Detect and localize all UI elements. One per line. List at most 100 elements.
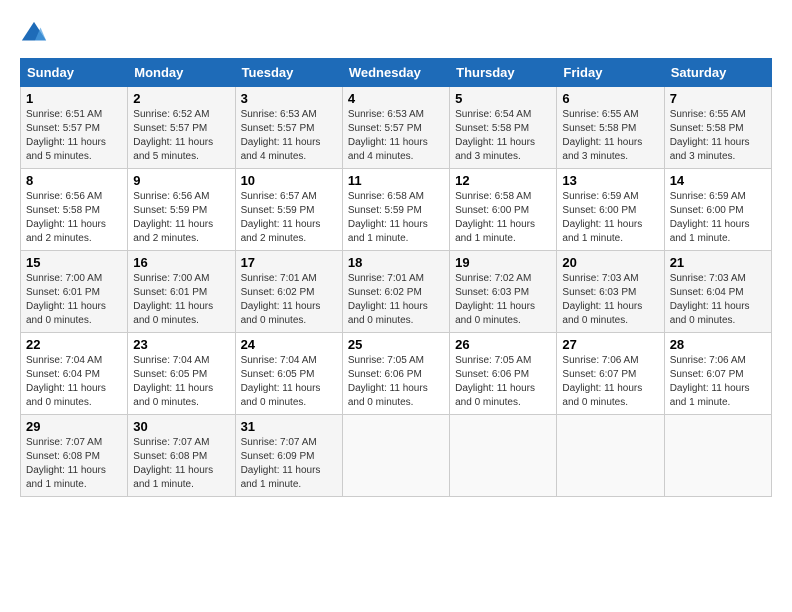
day-cell-17: 17 Sunrise: 7:01 AM Sunset: 6:02 PM Dayl… xyxy=(235,251,342,333)
day-number: 29 xyxy=(26,419,122,434)
day-number: 8 xyxy=(26,173,122,188)
day-number: 4 xyxy=(348,91,444,106)
logo-icon xyxy=(20,20,48,48)
day-info: Sunrise: 6:54 AM Sunset: 5:58 PM Dayligh… xyxy=(455,108,551,164)
day-info: Sunrise: 7:07 AM Sunset: 6:09 PM Dayligh… xyxy=(241,436,337,492)
day-info: Sunrise: 7:07 AM Sunset: 6:08 PM Dayligh… xyxy=(133,436,229,492)
day-number: 14 xyxy=(670,173,766,188)
day-info: Sunrise: 6:51 AM Sunset: 5:57 PM Dayligh… xyxy=(26,108,122,164)
day-cell-16: 16 Sunrise: 7:00 AM Sunset: 6:01 PM Dayl… xyxy=(128,251,235,333)
day-info: Sunrise: 6:57 AM Sunset: 5:59 PM Dayligh… xyxy=(241,190,337,246)
day-number: 19 xyxy=(455,255,551,270)
day-number: 22 xyxy=(26,337,122,352)
day-cell-8: 8 Sunrise: 6:56 AM Sunset: 5:58 PM Dayli… xyxy=(21,169,128,251)
empty-cell xyxy=(557,415,664,497)
day-cell-21: 21 Sunrise: 7:03 AM Sunset: 6:04 PM Dayl… xyxy=(664,251,771,333)
day-info: Sunrise: 7:02 AM Sunset: 6:03 PM Dayligh… xyxy=(455,272,551,328)
day-info: Sunrise: 6:52 AM Sunset: 5:57 PM Dayligh… xyxy=(133,108,229,164)
day-number: 11 xyxy=(348,173,444,188)
calendar-week-1: 1 Sunrise: 6:51 AM Sunset: 5:57 PM Dayli… xyxy=(21,87,772,169)
weekday-header-thursday: Thursday xyxy=(450,59,557,87)
day-info: Sunrise: 7:00 AM Sunset: 6:01 PM Dayligh… xyxy=(133,272,229,328)
day-number: 26 xyxy=(455,337,551,352)
day-info: Sunrise: 7:04 AM Sunset: 6:04 PM Dayligh… xyxy=(26,354,122,410)
calendar-week-5: 29 Sunrise: 7:07 AM Sunset: 6:08 PM Dayl… xyxy=(21,415,772,497)
day-number: 25 xyxy=(348,337,444,352)
day-cell-28: 28 Sunrise: 7:06 AM Sunset: 6:07 PM Dayl… xyxy=(664,333,771,415)
weekday-header-wednesday: Wednesday xyxy=(342,59,449,87)
day-cell-14: 14 Sunrise: 6:59 AM Sunset: 6:00 PM Dayl… xyxy=(664,169,771,251)
day-number: 23 xyxy=(133,337,229,352)
day-info: Sunrise: 7:06 AM Sunset: 6:07 PM Dayligh… xyxy=(670,354,766,410)
day-info: Sunrise: 7:01 AM Sunset: 6:02 PM Dayligh… xyxy=(241,272,337,328)
day-number: 7 xyxy=(670,91,766,106)
day-cell-1: 1 Sunrise: 6:51 AM Sunset: 5:57 PM Dayli… xyxy=(21,87,128,169)
day-info: Sunrise: 7:03 AM Sunset: 6:03 PM Dayligh… xyxy=(562,272,658,328)
day-info: Sunrise: 7:04 AM Sunset: 6:05 PM Dayligh… xyxy=(241,354,337,410)
day-number: 21 xyxy=(670,255,766,270)
day-info: Sunrise: 7:01 AM Sunset: 6:02 PM Dayligh… xyxy=(348,272,444,328)
day-cell-13: 13 Sunrise: 6:59 AM Sunset: 6:00 PM Dayl… xyxy=(557,169,664,251)
day-number: 12 xyxy=(455,173,551,188)
day-info: Sunrise: 7:06 AM Sunset: 6:07 PM Dayligh… xyxy=(562,354,658,410)
day-info: Sunrise: 6:58 AM Sunset: 5:59 PM Dayligh… xyxy=(348,190,444,246)
weekday-header-monday: Monday xyxy=(128,59,235,87)
day-cell-4: 4 Sunrise: 6:53 AM Sunset: 5:57 PM Dayli… xyxy=(342,87,449,169)
day-number: 1 xyxy=(26,91,122,106)
day-number: 17 xyxy=(241,255,337,270)
day-number: 27 xyxy=(562,337,658,352)
day-cell-18: 18 Sunrise: 7:01 AM Sunset: 6:02 PM Dayl… xyxy=(342,251,449,333)
day-cell-29: 29 Sunrise: 7:07 AM Sunset: 6:08 PM Dayl… xyxy=(21,415,128,497)
weekday-header-tuesday: Tuesday xyxy=(235,59,342,87)
day-cell-25: 25 Sunrise: 7:05 AM Sunset: 6:06 PM Dayl… xyxy=(342,333,449,415)
weekday-header-friday: Friday xyxy=(557,59,664,87)
day-cell-27: 27 Sunrise: 7:06 AM Sunset: 6:07 PM Dayl… xyxy=(557,333,664,415)
day-info: Sunrise: 6:59 AM Sunset: 6:00 PM Dayligh… xyxy=(670,190,766,246)
day-number: 6 xyxy=(562,91,658,106)
day-cell-3: 3 Sunrise: 6:53 AM Sunset: 5:57 PM Dayli… xyxy=(235,87,342,169)
calendar-week-4: 22 Sunrise: 7:04 AM Sunset: 6:04 PM Dayl… xyxy=(21,333,772,415)
day-cell-6: 6 Sunrise: 6:55 AM Sunset: 5:58 PM Dayli… xyxy=(557,87,664,169)
day-info: Sunrise: 6:55 AM Sunset: 5:58 PM Dayligh… xyxy=(562,108,658,164)
day-info: Sunrise: 6:58 AM Sunset: 6:00 PM Dayligh… xyxy=(455,190,551,246)
day-cell-20: 20 Sunrise: 7:03 AM Sunset: 6:03 PM Dayl… xyxy=(557,251,664,333)
day-number: 24 xyxy=(241,337,337,352)
day-cell-9: 9 Sunrise: 6:56 AM Sunset: 5:59 PM Dayli… xyxy=(128,169,235,251)
day-cell-7: 7 Sunrise: 6:55 AM Sunset: 5:58 PM Dayli… xyxy=(664,87,771,169)
day-number: 10 xyxy=(241,173,337,188)
day-number: 9 xyxy=(133,173,229,188)
day-cell-15: 15 Sunrise: 7:00 AM Sunset: 6:01 PM Dayl… xyxy=(21,251,128,333)
day-number: 18 xyxy=(348,255,444,270)
empty-cell xyxy=(664,415,771,497)
weekday-header-saturday: Saturday xyxy=(664,59,771,87)
day-number: 15 xyxy=(26,255,122,270)
day-cell-23: 23 Sunrise: 7:04 AM Sunset: 6:05 PM Dayl… xyxy=(128,333,235,415)
day-cell-12: 12 Sunrise: 6:58 AM Sunset: 6:00 PM Dayl… xyxy=(450,169,557,251)
day-info: Sunrise: 7:04 AM Sunset: 6:05 PM Dayligh… xyxy=(133,354,229,410)
day-cell-5: 5 Sunrise: 6:54 AM Sunset: 5:58 PM Dayli… xyxy=(450,87,557,169)
day-info: Sunrise: 7:07 AM Sunset: 6:08 PM Dayligh… xyxy=(26,436,122,492)
empty-cell xyxy=(450,415,557,497)
empty-cell xyxy=(342,415,449,497)
day-cell-11: 11 Sunrise: 6:58 AM Sunset: 5:59 PM Dayl… xyxy=(342,169,449,251)
weekday-header-sunday: Sunday xyxy=(21,59,128,87)
day-cell-19: 19 Sunrise: 7:02 AM Sunset: 6:03 PM Dayl… xyxy=(450,251,557,333)
day-info: Sunrise: 7:03 AM Sunset: 6:04 PM Dayligh… xyxy=(670,272,766,328)
calendar-week-3: 15 Sunrise: 7:00 AM Sunset: 6:01 PM Dayl… xyxy=(21,251,772,333)
day-number: 28 xyxy=(670,337,766,352)
calendar-table: SundayMondayTuesdayWednesdayThursdayFrid… xyxy=(20,58,772,497)
day-info: Sunrise: 7:05 AM Sunset: 6:06 PM Dayligh… xyxy=(455,354,551,410)
day-cell-2: 2 Sunrise: 6:52 AM Sunset: 5:57 PM Dayli… xyxy=(128,87,235,169)
day-number: 5 xyxy=(455,91,551,106)
day-number: 2 xyxy=(133,91,229,106)
logo xyxy=(20,20,52,48)
day-cell-31: 31 Sunrise: 7:07 AM Sunset: 6:09 PM Dayl… xyxy=(235,415,342,497)
day-number: 3 xyxy=(241,91,337,106)
day-cell-30: 30 Sunrise: 7:07 AM Sunset: 6:08 PM Dayl… xyxy=(128,415,235,497)
day-cell-24: 24 Sunrise: 7:04 AM Sunset: 6:05 PM Dayl… xyxy=(235,333,342,415)
day-number: 30 xyxy=(133,419,229,434)
calendar-week-2: 8 Sunrise: 6:56 AM Sunset: 5:58 PM Dayli… xyxy=(21,169,772,251)
day-number: 13 xyxy=(562,173,658,188)
day-info: Sunrise: 6:59 AM Sunset: 6:00 PM Dayligh… xyxy=(562,190,658,246)
day-number: 20 xyxy=(562,255,658,270)
